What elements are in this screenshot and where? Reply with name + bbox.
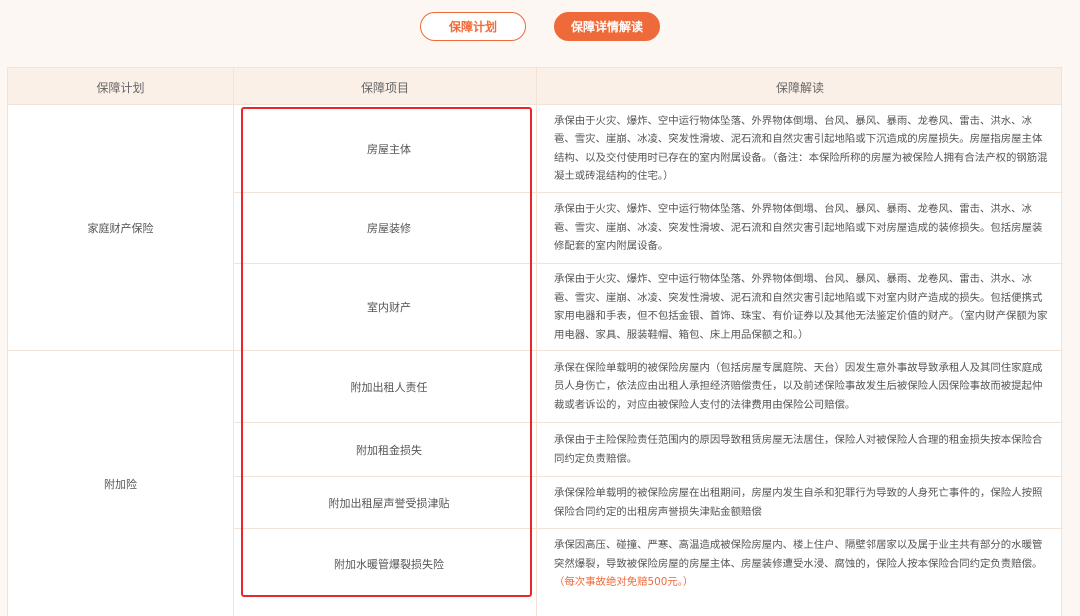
tab-detail[interactable]: 保障详情解读 [554, 12, 660, 41]
header-plan: 保障计划 [96, 80, 145, 95]
highlight-box [241, 107, 532, 597]
coverage-description: 承保由于火灾、爆炸、空中运行物体坠落、外界物体倒塌、台风、暴风、暴雨、龙卷风、雷… [554, 273, 1048, 341]
header-description: 保障解读 [775, 80, 824, 95]
coverage-description: 承保因高压、碰撞、严寒、高温造成被保险房屋内、楼上住户、隔壁邻居家以及属于业主共… [554, 539, 1043, 589]
table-header: 保障计划 保障项目 保障解读 [8, 67, 1061, 105]
coverage-description: 承保由于火灾、爆炸、空中运行物体坠落、外界物体倒塌、台风、暴风、暴雨、龙卷风、雷… [554, 114, 1048, 183]
deductible-note: （每次事故绝对免赔500元。） [554, 576, 694, 589]
header-item: 保障项目 [360, 80, 409, 95]
plan-cell: 附加险 [104, 477, 137, 491]
coverage-description: 承保由于火灾、爆炸、空中运行物体坠落、外界物体倒塌、台风、暴风、暴雨、龙卷风、雷… [554, 203, 1043, 253]
coverage-table: 保障计划 保障项目 保障解读 家庭财产保险 附加险 房屋主体 承保由于火灾、爆炸… [7, 67, 1063, 616]
coverage-description: 承保由于主险保险责任范围内的原因导致租赁房屋无法居住，保险人对被保险人合理的租金… [554, 434, 1043, 465]
column-divider [233, 67, 234, 616]
tab-bar: 保障计划 保障详情解读 [0, 12, 1080, 41]
tab-plan[interactable]: 保障计划 [420, 12, 526, 41]
coverage-description: 承保保险单载明的被保险房屋在出租期间，房屋内发生自杀和犯罪行为导致的人身死亡事件… [554, 487, 1043, 518]
coverage-description: 承保在保险单载明的被保险房屋内（包括房屋专属庭院、天台）因发生意外事故导致承租人… [554, 361, 1043, 411]
column-divider [536, 67, 537, 616]
plan-cell: 家庭财产保险 [87, 221, 154, 235]
